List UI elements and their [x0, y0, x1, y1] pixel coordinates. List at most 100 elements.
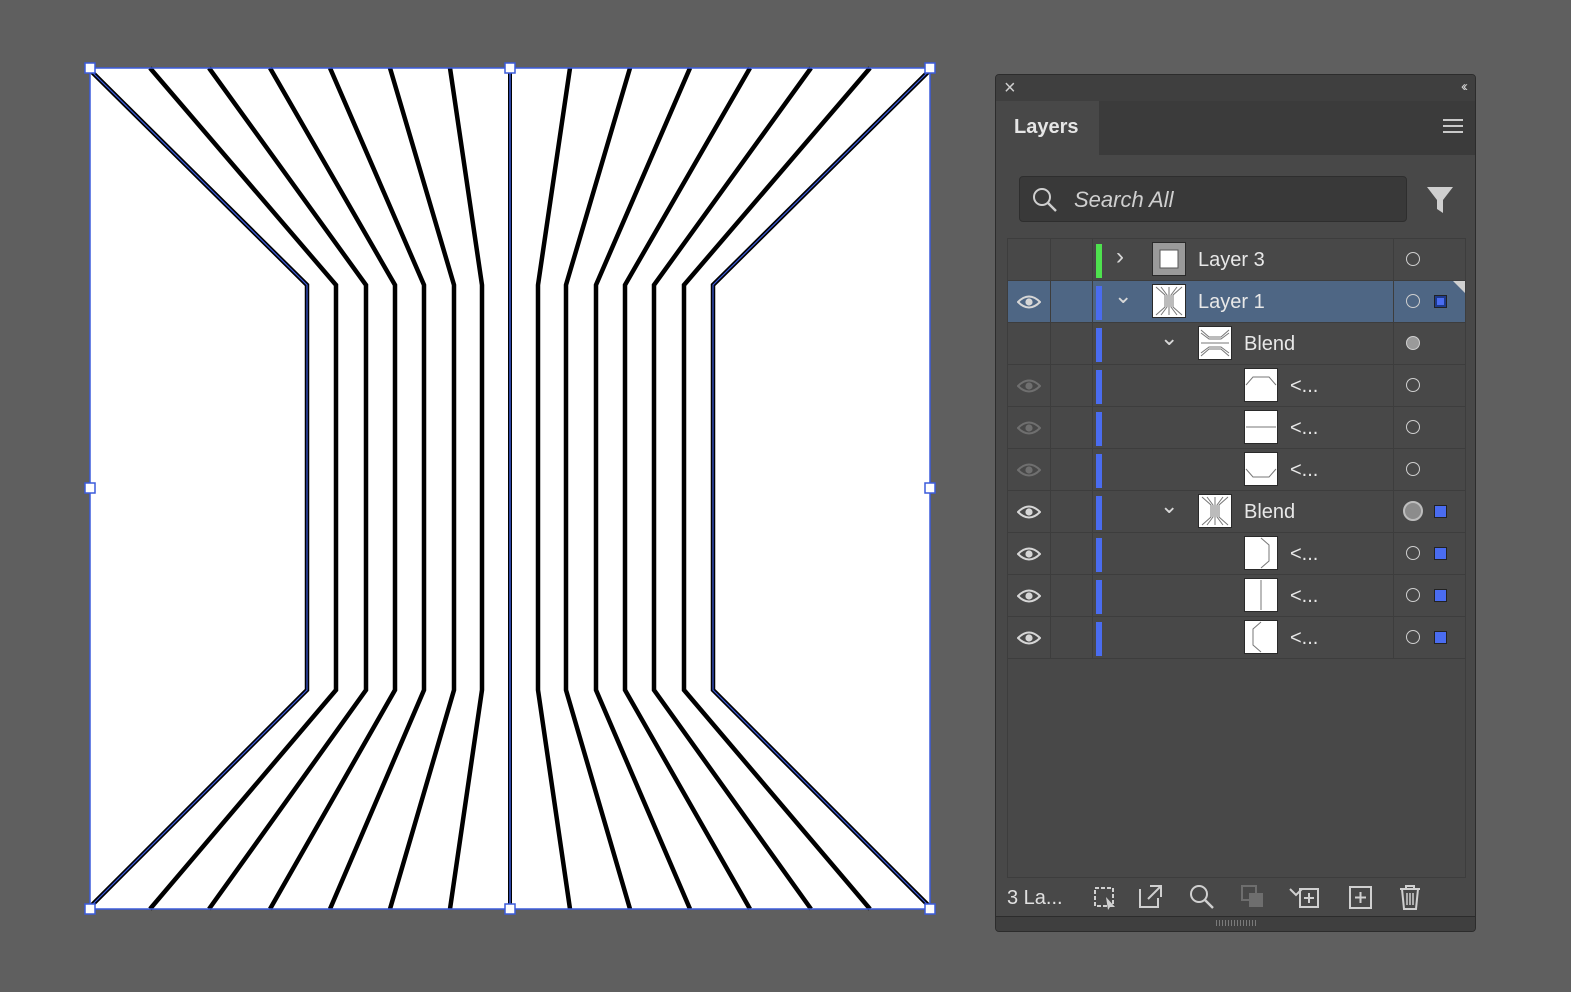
create-sublayer-icon[interactable] — [1288, 883, 1322, 911]
lock-toggle[interactable] — [1050, 281, 1093, 322]
chevron-right-icon[interactable]: › — [1116, 243, 1124, 271]
target-circle-icon[interactable] — [1406, 420, 1420, 434]
layer-row[interactable]: › Layer 3 — [1008, 239, 1465, 281]
tab-layers[interactable]: Layers — [996, 101, 1099, 155]
target-circle-icon[interactable] — [1406, 336, 1420, 350]
lock-toggle[interactable] — [1050, 491, 1093, 532]
target-circle-icon[interactable] — [1406, 588, 1420, 602]
lock-toggle[interactable] — [1050, 449, 1093, 490]
lock-toggle[interactable] — [1050, 533, 1093, 574]
target-circle-icon[interactable] — [1406, 630, 1420, 644]
target-circle-icon[interactable] — [1406, 378, 1420, 392]
panel-titlebar[interactable]: × ‹‹ — [996, 75, 1475, 101]
eye-icon[interactable] — [1016, 587, 1042, 610]
lock-toggle[interactable] — [1050, 365, 1093, 406]
target-column-divider — [1393, 449, 1394, 490]
target-circle-icon[interactable] — [1406, 294, 1420, 308]
export-icon[interactable] — [1136, 883, 1164, 911]
panel-resize-bar[interactable] — [996, 916, 1475, 931]
eye-icon[interactable] — [1016, 419, 1042, 442]
eye-icon[interactable] — [1016, 461, 1042, 484]
chevron-down-icon[interactable]: ⌄ — [1160, 493, 1178, 519]
layer-name[interactable]: <... — [1290, 417, 1318, 440]
visibility-toggle[interactable] — [1008, 533, 1051, 574]
collect-for-export-icon[interactable] — [1091, 883, 1119, 911]
target-circle-icon[interactable] — [1406, 252, 1420, 266]
close-icon[interactable]: × — [1004, 77, 1016, 99]
resize-handle[interactable] — [924, 62, 936, 74]
visibility-toggle[interactable] — [1008, 281, 1051, 322]
target-circle-icon[interactable] — [1403, 501, 1423, 521]
path-row[interactable]: <... — [1008, 533, 1465, 575]
target-column-divider — [1393, 533, 1394, 574]
layer-name[interactable]: <... — [1290, 459, 1318, 482]
visibility-toggle[interactable] — [1008, 239, 1051, 280]
visibility-toggle[interactable] — [1008, 407, 1051, 448]
layer-color-bar — [1096, 244, 1102, 278]
layer-name[interactable]: <... — [1290, 627, 1318, 650]
layer-name[interactable]: Blend — [1244, 501, 1295, 524]
filter-icon[interactable] — [1426, 185, 1454, 215]
resize-grip[interactable] — [1216, 920, 1256, 926]
layer-name[interactable]: <... — [1290, 585, 1318, 608]
path-row[interactable]: <... — [1008, 617, 1465, 659]
visibility-toggle[interactable] — [1008, 365, 1051, 406]
layer-color-bar — [1096, 622, 1102, 656]
resize-handle[interactable] — [504, 62, 516, 74]
layer-color-bar — [1096, 370, 1102, 404]
eye-icon[interactable] — [1016, 293, 1042, 316]
visibility-toggle[interactable] — [1008, 617, 1051, 658]
target-column-divider — [1393, 365, 1394, 406]
eye-icon[interactable] — [1016, 629, 1042, 652]
collapse-panel-icon[interactable]: ‹‹ — [1461, 78, 1468, 95]
eye-icon[interactable] — [1016, 503, 1042, 526]
layer-row[interactable]: ⌄ Layer 1 — [1008, 281, 1465, 323]
layer-name[interactable]: <... — [1290, 543, 1318, 566]
resize-handle[interactable] — [924, 903, 936, 915]
path-row[interactable]: <... — [1008, 449, 1465, 491]
layer-thumbnail — [1152, 242, 1186, 276]
path-row[interactable]: <... — [1008, 575, 1465, 617]
eye-icon[interactable] — [1016, 377, 1042, 400]
lock-toggle[interactable] — [1050, 323, 1093, 364]
selection-indicator[interactable] — [1434, 631, 1447, 644]
resize-handle[interactable] — [504, 903, 516, 915]
resize-handle[interactable] — [84, 62, 96, 74]
lock-toggle[interactable] — [1050, 575, 1093, 616]
layer-name[interactable]: <... — [1290, 375, 1318, 398]
layer-name[interactable]: Layer 1 — [1198, 291, 1265, 314]
resize-handle[interactable] — [924, 482, 936, 494]
group-row[interactable]: ⌄ Blend — [1008, 323, 1465, 365]
lock-toggle[interactable] — [1050, 407, 1093, 448]
search-input[interactable] — [1072, 183, 1396, 217]
visibility-toggle[interactable] — [1008, 491, 1051, 532]
target-column-divider — [1393, 281, 1394, 322]
resize-handle[interactable] — [84, 482, 96, 494]
locate-object-icon[interactable] — [1188, 883, 1216, 911]
selection-indicator[interactable] — [1434, 505, 1447, 518]
eye-icon[interactable] — [1016, 545, 1042, 568]
selection-indicator[interactable] — [1434, 295, 1447, 308]
delete-icon[interactable] — [1396, 883, 1424, 911]
target-circle-icon[interactable] — [1406, 462, 1420, 476]
selection-indicator[interactable] — [1434, 547, 1447, 560]
visibility-toggle[interactable] — [1008, 575, 1051, 616]
target-circle-icon[interactable] — [1406, 546, 1420, 560]
visibility-toggle[interactable] — [1008, 449, 1051, 490]
chevron-down-icon[interactable]: ⌄ — [1160, 325, 1178, 351]
lock-toggle[interactable] — [1050, 239, 1093, 280]
path-row[interactable]: <... — [1008, 365, 1465, 407]
layer-name[interactable]: Layer 3 — [1198, 249, 1265, 272]
layer-thumbnail — [1152, 284, 1186, 318]
selection-indicator[interactable] — [1434, 589, 1447, 602]
group-row[interactable]: ⌄ Blend — [1008, 491, 1465, 533]
panel-menu-icon[interactable] — [1443, 119, 1463, 135]
path-row[interactable]: <... — [1008, 407, 1465, 449]
layer-name[interactable]: Blend — [1244, 333, 1295, 356]
new-layer-icon[interactable] — [1347, 883, 1375, 911]
lock-toggle[interactable] — [1050, 617, 1093, 658]
layer-color-bar — [1096, 286, 1102, 320]
resize-handle[interactable] — [84, 903, 96, 915]
chevron-down-icon[interactable]: ⌄ — [1114, 283, 1132, 309]
visibility-toggle[interactable] — [1008, 323, 1051, 364]
